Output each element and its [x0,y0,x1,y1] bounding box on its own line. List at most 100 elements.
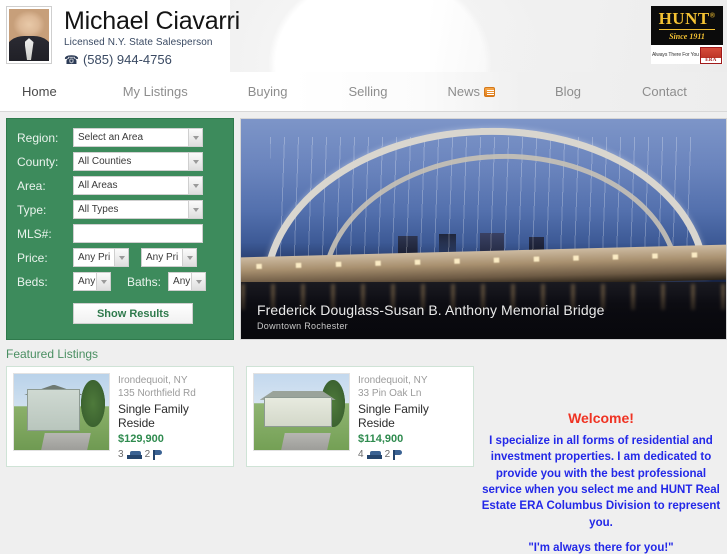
bed-icon [126,450,142,459]
hunt-tagline: Always There For You [652,52,699,59]
agent-portrait-photo [9,9,49,61]
logo-divider [659,29,715,30]
price-label: Price: [17,250,48,265]
price-min-select[interactable]: Any Pri [73,248,129,267]
price-max-value: Any Pri [146,252,179,263]
listing-photo[interactable] [253,373,350,451]
hero-title: Frederick Douglass-Susan B. Anthony Memo… [257,302,605,318]
listing-photo[interactable] [13,373,110,451]
nav-item-label: Buying [247,84,288,99]
hunt-logo[interactable]: HUNT® Since 1911 Always There For You ER… [651,6,723,64]
nav-item-label: My Listings [122,84,188,99]
bath-icon [153,449,163,460]
area-select-value: All Areas [78,180,118,191]
nav-item-label: Selling [348,84,388,99]
era-badge-label: ERA [701,57,721,63]
type-select-value: All Types [78,204,119,215]
trademark-symbol: ® [709,11,716,20]
hunt-logo-footer: Always There For You ERA [651,44,723,64]
type-select[interactable]: All Types [73,200,203,219]
county-select[interactable]: All Counties [73,152,203,171]
listing-info: Irondequoit, NY 33 Pin Oak Ln Single Fam… [358,373,467,460]
listing-address: 135 Northfield Rd [118,388,196,399]
mls-input[interactable] [73,224,203,243]
chevron-down-icon[interactable] [188,177,202,194]
nav-item-home[interactable]: Home [18,84,61,99]
agent-portrait-frame [6,6,52,64]
listing-address: 33 Pin Oak Ln [358,388,422,399]
type-row: Type: All Types [17,200,223,219]
chevron-down-icon[interactable] [188,129,202,146]
listing-beds-count: 4 [358,449,364,460]
listing-info: Irondequoit, NY 135 Northfield Rd Single… [118,373,227,460]
region-row: Region: Select an Area [17,128,223,147]
baths-select[interactable]: Any [168,272,207,291]
listing-price: $114,900 [358,433,404,445]
property-search-form: Region: Select an Area County: All Count… [6,118,234,340]
price-max-select[interactable]: Any Pri [141,248,197,267]
price-min-value: Any Pri [78,252,111,263]
nav-item-label: Contact [642,84,687,99]
listing-baths-count: 2 [384,449,391,460]
region-label: Region: [17,130,59,145]
driveway-decoration [280,433,330,450]
area-row: Area: All Areas [17,176,223,195]
hero-subtitle: Downtown Rochester [257,321,348,331]
nav-item-news[interactable]: News [444,84,500,99]
chevron-down-icon[interactable] [182,249,196,266]
nav-item-my-listings[interactable]: My Listings [119,84,192,99]
featured-listings-heading: Featured Listings [6,347,99,361]
telephone-icon: ☎ [64,52,79,67]
area-select[interactable]: All Areas [73,176,203,195]
welcome-title: Welcome! [568,410,634,426]
nav-item-label: Home [22,84,57,99]
hunt-wordmark: HUNT® [658,9,716,28]
driveway-decoration [40,433,90,450]
listing-type: Single Family Reside [118,402,189,430]
main-navigation: Home My Listings Buying Selling News Blo… [0,72,727,112]
rss-icon [484,86,496,97]
hunt-logo-box: HUNT® Since 1911 [651,6,723,45]
nav-item-selling[interactable]: Selling [344,84,391,99]
baths-value: Any [173,276,191,287]
agent-phone[interactable]: ☎ (585) 944-4756 [64,52,240,67]
listing-specs: 4 2 [358,449,467,460]
county-label: County: [17,154,59,169]
chevron-down-icon[interactable] [114,249,128,266]
listing-baths-count: 2 [144,449,151,460]
county-row: County: All Counties [17,152,223,171]
listing-card[interactable]: Irondequoit, NY 33 Pin Oak Ln Single Fam… [246,366,474,467]
type-label: Type: [17,202,47,217]
beds-select[interactable]: Any [73,272,111,291]
chevron-down-icon[interactable] [188,153,202,170]
listing-city: Irondequoit, NY [118,375,188,386]
nav-item-label: News [447,84,481,99]
region-select[interactable]: Select an Area [73,128,203,147]
nav-item-buying[interactable]: Buying [244,84,292,99]
area-label: Area: [17,178,46,193]
chevron-down-icon[interactable] [96,273,110,290]
chevron-down-icon[interactable] [188,201,202,218]
nav-item-contact[interactable]: Contact [638,84,691,99]
nav-item-blog[interactable]: Blog [551,84,585,99]
beds-value: Any [78,276,96,287]
mls-label: MLS#: [17,226,52,241]
listing-card[interactable]: Irondequoit, NY 135 Northfield Rd Single… [6,366,234,467]
listing-beds-count: 3 [118,449,124,460]
site-header: Michael Ciavarri Licensed N.Y. State Sal… [0,0,727,72]
county-select-value: All Counties [78,156,132,167]
region-select-value: Select an Area [78,132,144,143]
agent-identity: Michael Ciavarri Licensed N.Y. State Sal… [64,6,240,68]
hero-image: Frederick Douglass-Susan B. Anthony Memo… [240,118,727,340]
nav-item-label: Blog [555,84,582,99]
welcome-quote: "I'm always there for you!" [528,541,674,554]
chevron-down-icon[interactable] [191,273,206,290]
welcome-panel: Welcome! I specialize in all forms of re… [481,410,721,554]
show-results-button[interactable]: Show Results [73,303,193,324]
price-row: Price: Any Pri Any Pri [17,248,223,267]
era-badge-icon: ERA [700,46,722,64]
beds-baths-row: Beds: Any Baths: Any [17,272,223,291]
hunt-since-text: Since 1911 [669,32,705,41]
hero-caption: Frederick Douglass-Susan B. Anthony Memo… [241,294,726,339]
listing-specs: 3 2 [118,449,227,460]
